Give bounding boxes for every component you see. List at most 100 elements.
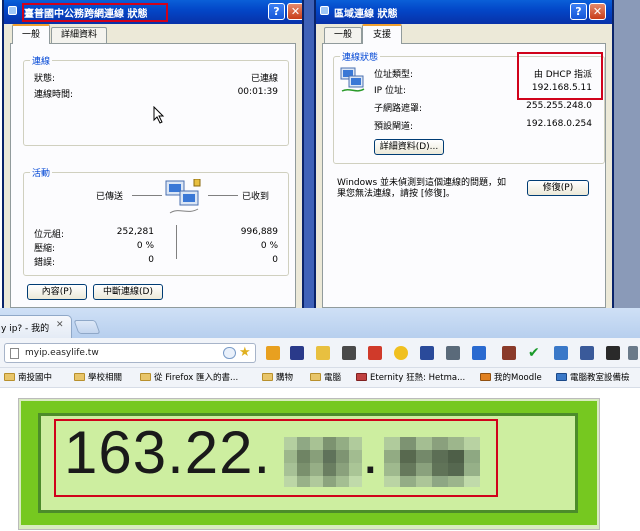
network-icon — [320, 6, 329, 15]
disconnect-button[interactable]: 中斷連線(D) — [93, 284, 163, 300]
battery-icon[interactable] — [502, 346, 516, 360]
moodle-icon — [480, 373, 491, 381]
tab-details[interactable]: 詳細資料 — [51, 27, 107, 44]
bookmark-item[interactable]: 電腦 — [310, 371, 341, 385]
page-icon — [556, 373, 567, 381]
tab-panel: 連線 狀態: 已連線 連線時間: 00:01:39 活動 已傳送 已收到 位元組… — [10, 43, 296, 308]
sort-arrows-icon[interactable] — [446, 346, 460, 360]
sent-label: 已傳送 — [96, 192, 124, 202]
new-tab-button[interactable] — [73, 320, 101, 334]
connection-status-title: 連線狀態 — [340, 50, 381, 63]
bookmark-item[interactable]: 電腦教室設備檢 — [556, 371, 630, 385]
received-label: 已收到 — [242, 192, 270, 202]
subnet-mask-value: 255.255.248.0 — [526, 101, 592, 111]
compression-received: 0 % — [260, 241, 278, 251]
tab-support[interactable]: 支援 — [362, 24, 402, 44]
activity-computers-icon — [165, 179, 201, 214]
bookmark-label: 南投國中 — [18, 373, 53, 383]
tab-general[interactable]: 一般 — [324, 27, 362, 44]
folder-icon — [310, 373, 321, 381]
bookmark-item[interactable]: 學校相關 — [74, 371, 122, 385]
folder-icon — [74, 373, 85, 381]
page-icon — [10, 348, 19, 359]
details-button[interactable]: 詳細資料(D)... — [374, 139, 444, 155]
page-action-icon[interactable] — [223, 347, 236, 359]
mouse-cursor-icon — [153, 106, 165, 124]
camera-icon[interactable] — [342, 346, 356, 360]
checkmark-icon[interactable]: ✔ — [528, 346, 542, 360]
bookmark-label: 電腦 — [324, 373, 342, 383]
status-label: 狀態: — [34, 74, 56, 84]
menu-icon[interactable] — [628, 346, 638, 360]
exe-icon[interactable] — [580, 346, 594, 360]
folder-icon — [4, 373, 15, 381]
activity-group: 活動 已傳送 已收到 位元組: 252,281 996,889 壓縮: 0 % … — [23, 166, 289, 276]
tab-row: 一般 詳細資料 — [4, 24, 302, 44]
browser-window: y ip? - 我的 ✕ myip.easylife.tw ★ ✔ 南投國中 學… — [0, 308, 640, 531]
duration-label: 連線時間: — [34, 90, 74, 100]
stats-icon[interactable] — [420, 346, 434, 360]
desktop-strip-right — [614, 0, 640, 308]
duration-value: 00:01:39 — [237, 87, 278, 97]
help-button[interactable]: ? — [268, 3, 285, 20]
calculator-icon[interactable] — [606, 346, 620, 360]
title-highlight — [22, 3, 168, 22]
address-bar-url: myip.easylife.tw — [25, 348, 99, 358]
status-value: 已連線 — [250, 74, 278, 84]
badge-200-icon[interactable] — [368, 346, 382, 360]
browser-toolbar: myip.easylife.tw ★ ✔ — [0, 338, 640, 368]
bytes-sent: 252,281 — [116, 227, 154, 237]
tab-close-icon[interactable]: ✕ — [56, 320, 64, 330]
bookmark-label: 從 Firefox 匯入的書... — [154, 373, 239, 383]
bookmarks-bar: 南投國中 學校相關 從 Firefox 匯入的書... 購物 電腦 Eterni… — [0, 368, 640, 388]
repair-text: Windows 並未偵測到這個連線的問題，如果您無法連線，請按 [修復]。 — [337, 178, 507, 199]
translate-icon[interactable] — [554, 346, 568, 360]
bookmark-label: Eternity 狂熱: Hetma... — [370, 373, 466, 383]
address-type-label: 位址類型: — [374, 70, 414, 80]
folder-icon[interactable] — [316, 346, 330, 360]
dhcp-ip-highlight — [517, 52, 603, 100]
browser-tab-strip: y ip? - 我的 ✕ — [0, 308, 640, 338]
browser-tab[interactable]: y ip? - 我的 ✕ — [0, 315, 72, 338]
bookmark-item[interactable]: 購物 — [262, 371, 293, 385]
errors-label: 錯誤: — [34, 258, 56, 268]
ring-icon[interactable] — [394, 346, 408, 360]
ip-address-label: IP 位址: — [374, 86, 406, 96]
bookmark-item[interactable]: 我的Moodle — [480, 371, 542, 385]
connection-group-title: 連線 — [30, 54, 53, 67]
bookmark-item[interactable]: 南投國中 — [4, 371, 52, 385]
cube-icon[interactable] — [472, 346, 486, 360]
received-line — [208, 195, 238, 196]
repair-button[interactable]: 修復(P) — [527, 180, 589, 196]
subnet-mask-label: 子網路遮罩: — [374, 104, 423, 114]
tab-row: 一般 支援 — [316, 24, 612, 44]
bookmark-label: 購物 — [276, 373, 294, 383]
connection-group: 連線 狀態: 已連線 連線時間: 00:01:39 — [23, 54, 289, 146]
download-arrow-icon[interactable] — [266, 346, 280, 360]
connection-status-dialog-left: 臺普國中公務跨網連線 狀態 ? ✕ 一般 詳細資料 連線 狀態: 已連線 連線時… — [2, 0, 304, 308]
network-icon — [8, 6, 17, 15]
desktop-strip — [304, 0, 314, 308]
page-content: 163.22. . — [0, 389, 640, 531]
folder-icon — [262, 373, 273, 381]
bytes-received: 996,889 — [240, 227, 278, 237]
help-button[interactable]: ? — [570, 3, 587, 20]
dialog-title: 區域連線 狀態 — [334, 9, 398, 20]
bookmark-label: 學校相關 — [88, 373, 123, 383]
close-button[interactable]: ✕ — [589, 3, 606, 20]
tab-general[interactable]: 一般 — [12, 24, 50, 44]
bookmark-item[interactable]: 從 Firefox 匯入的書... — [140, 371, 238, 385]
paw-icon[interactable] — [290, 346, 304, 360]
bookmark-star-icon[interactable]: ★ — [239, 345, 251, 360]
bookmark-item[interactable]: Eternity 狂熱: Hetma... — [356, 371, 465, 385]
properties-button[interactable]: 內容(P) — [27, 284, 87, 300]
title-bar[interactable]: 區域連線 狀態 ? ✕ — [316, 0, 612, 24]
bookmark-label: 我的Moodle — [494, 373, 542, 383]
ip-highlight — [54, 419, 498, 497]
address-bar[interactable]: myip.easylife.tw ★ — [4, 343, 256, 363]
errors-sent: 0 — [148, 255, 154, 265]
bookmark-label: 電腦教室設備檢 — [570, 373, 630, 383]
compression-label: 壓縮: — [34, 244, 56, 254]
compression-sent: 0 % — [136, 241, 154, 251]
close-button[interactable]: ✕ — [287, 3, 302, 20]
